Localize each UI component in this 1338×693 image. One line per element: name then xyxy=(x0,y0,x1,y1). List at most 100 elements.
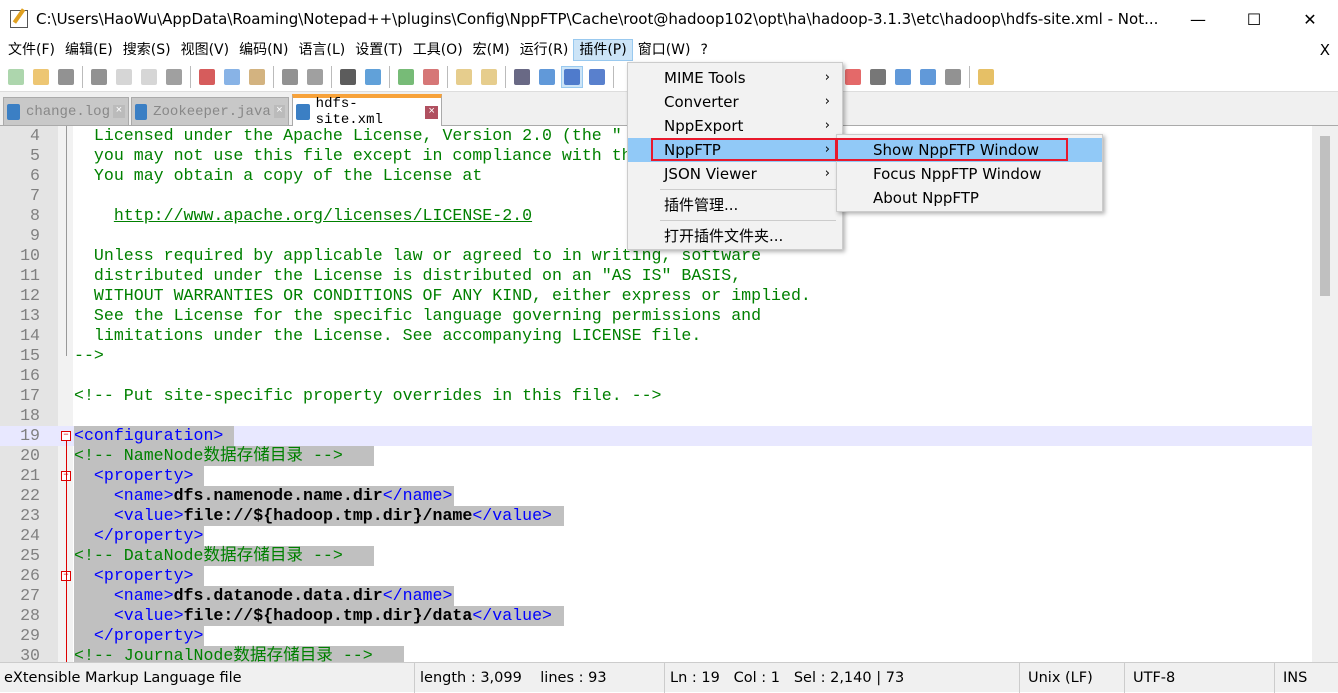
line-content: distributed under the License is distrib… xyxy=(74,266,742,285)
replace-icon[interactable] xyxy=(362,66,384,88)
doc-map-icon[interactable] xyxy=(586,66,608,88)
tab-close-icon[interactable]: × xyxy=(273,105,285,118)
editor-line: 12 WITHOUT WARRANTIES OR CONDITIONS OF A… xyxy=(0,286,1312,306)
toolbar-separator xyxy=(82,65,83,88)
status-bar: eXtensible Markup Language file length :… xyxy=(0,662,1338,693)
maximize-button[interactable]: ☐ xyxy=(1226,0,1282,38)
menu-1[interactable]: 文件(F) xyxy=(3,39,60,61)
menu-7[interactable]: 设置(T) xyxy=(350,39,407,61)
macro-run-multiple-icon[interactable] xyxy=(917,66,939,88)
nppftp-submenu-item[interactable]: About NppFTP xyxy=(837,186,1102,210)
editor-line: 24 </property> xyxy=(0,526,1312,546)
menu-10[interactable]: 运行(R) xyxy=(515,39,574,61)
line-content: <property> xyxy=(74,566,204,586)
menu-item-label: NppExport xyxy=(664,117,744,135)
word-wrap-icon[interactable] xyxy=(511,66,533,88)
menu-2[interactable]: 编辑(E) xyxy=(60,39,118,61)
tab-hdfs-site-xml[interactable]: hdfs-site.xml × xyxy=(292,94,442,128)
find-icon[interactable] xyxy=(337,66,359,88)
menu-separator xyxy=(660,189,836,190)
scrollbar-thumb[interactable] xyxy=(1320,136,1330,296)
submenu-arrow-icon: › xyxy=(824,166,830,181)
close-button[interactable]: ✕ xyxy=(1282,0,1338,38)
editor-line: 18 xyxy=(0,406,1312,426)
license-link[interactable]: http://www.apache.org/licenses/LICENSE-2… xyxy=(114,206,532,225)
status-length: length : 3,099 xyxy=(420,670,522,686)
toolbar-separator xyxy=(447,65,448,88)
print-icon[interactable] xyxy=(163,66,185,88)
close-icon[interactable] xyxy=(113,66,135,88)
undo-icon[interactable] xyxy=(279,66,301,88)
xml-tag: </property> xyxy=(93,526,204,545)
menu-3[interactable]: 搜索(S) xyxy=(118,39,176,61)
status-sel: Sel : 2,140 | 73 xyxy=(793,670,905,686)
tab-change-log[interactable]: change.log × xyxy=(3,97,129,125)
menu-6[interactable]: 语言(L) xyxy=(294,39,351,61)
line-number: 14 xyxy=(20,326,40,345)
vertical-scrollbar[interactable] xyxy=(1312,126,1338,662)
editor-line: 17 <!-- Put site-specific property overri… xyxy=(0,386,1312,406)
line-number: 22 xyxy=(20,486,40,505)
cut-icon[interactable] xyxy=(196,66,218,88)
paste-icon[interactable] xyxy=(246,66,268,88)
open-file-icon[interactable] xyxy=(30,66,52,88)
zoom-out-icon[interactable] xyxy=(420,66,442,88)
macro-save-icon[interactable] xyxy=(942,66,964,88)
menu-item-label: JSON Viewer xyxy=(664,165,757,183)
sync-vertical-icon[interactable] xyxy=(453,66,475,88)
zoom-in-icon[interactable] xyxy=(395,66,417,88)
plugins-menu-item[interactable]: Converter › xyxy=(628,90,842,114)
macro-play-icon[interactable] xyxy=(892,66,914,88)
plugins-menu-item[interactable]: JSON Viewer › xyxy=(628,162,842,186)
xml-end-tag: </name> xyxy=(382,486,453,505)
editor-line: 25 <!-- DataNode数据存储目录 --> xyxy=(0,546,1312,566)
plugins-menu-item[interactable]: NppExport › xyxy=(628,114,842,138)
plugins-menu-item[interactable]: MIME Tools › xyxy=(628,66,842,90)
plugins-menu-item[interactable]: 打开插件文件夹... xyxy=(628,224,842,248)
save-state-icon xyxy=(7,103,20,120)
menu-9[interactable]: 宏(M) xyxy=(468,39,515,61)
tab-Zookeeper-java[interactable]: Zookeeper.java × xyxy=(131,97,289,125)
close-all-icon[interactable] xyxy=(138,66,160,88)
line-content: WITHOUT WARRANTIES OR CONDITIONS OF ANY … xyxy=(74,286,811,305)
nppftp-icon[interactable] xyxy=(975,66,997,88)
menu-13[interactable]: ? xyxy=(696,39,713,61)
macro-record-icon[interactable] xyxy=(842,66,864,88)
macro-stop-icon[interactable] xyxy=(867,66,889,88)
save-state-icon xyxy=(135,103,148,120)
menu-5[interactable]: 编码(N) xyxy=(234,39,293,61)
close-document-button[interactable]: X xyxy=(1320,41,1330,59)
save-all-icon[interactable] xyxy=(88,66,110,88)
line-content: limitations under the License. See accom… xyxy=(74,326,702,345)
menu-item-label: 插件管理... xyxy=(664,196,739,214)
nppftp-submenu-item[interactable]: Show NppFTP Window xyxy=(837,138,1102,162)
copy-icon[interactable] xyxy=(221,66,243,88)
menu-8[interactable]: 工具(O) xyxy=(408,39,468,61)
save-state-icon xyxy=(296,104,310,120)
new-file-icon[interactable] xyxy=(5,66,27,88)
line-content: --> xyxy=(74,346,104,365)
menu-item-label: 打开插件文件夹... xyxy=(664,227,784,245)
sync-horizontal-icon[interactable] xyxy=(478,66,500,88)
menu-12[interactable]: 窗口(W) xyxy=(633,39,696,61)
menu-4[interactable]: 视图(V) xyxy=(176,39,235,61)
line-number: 18 xyxy=(20,406,40,425)
editor-line: 30 <!-- JournalNode数据存储目录 --> xyxy=(0,646,1312,662)
menu-11[interactable]: 插件(P) xyxy=(573,39,633,61)
fold-toggle-icon[interactable]: − xyxy=(61,431,71,441)
nppftp-submenu-item[interactable]: Focus NppFTP Window xyxy=(837,162,1102,186)
line-number: 4 xyxy=(30,126,40,145)
plugins-menu-item[interactable]: 插件管理... xyxy=(628,193,842,217)
minimize-button[interactable]: — xyxy=(1170,0,1226,38)
tab-close-icon[interactable]: × xyxy=(425,105,438,119)
plugins-menu: MIME Tools › Converter › NppExport › NppFTP › JS… xyxy=(627,62,843,250)
plugins-menu-item[interactable]: NppFTP › xyxy=(628,138,842,162)
tab-close-icon[interactable]: × xyxy=(112,105,125,118)
status-eol: Unix (LF) xyxy=(1020,663,1125,693)
show-all-chars-icon[interactable] xyxy=(536,66,558,88)
save-icon[interactable] xyxy=(55,66,77,88)
redo-icon[interactable] xyxy=(304,66,326,88)
indent-guide-icon[interactable] xyxy=(561,65,583,88)
